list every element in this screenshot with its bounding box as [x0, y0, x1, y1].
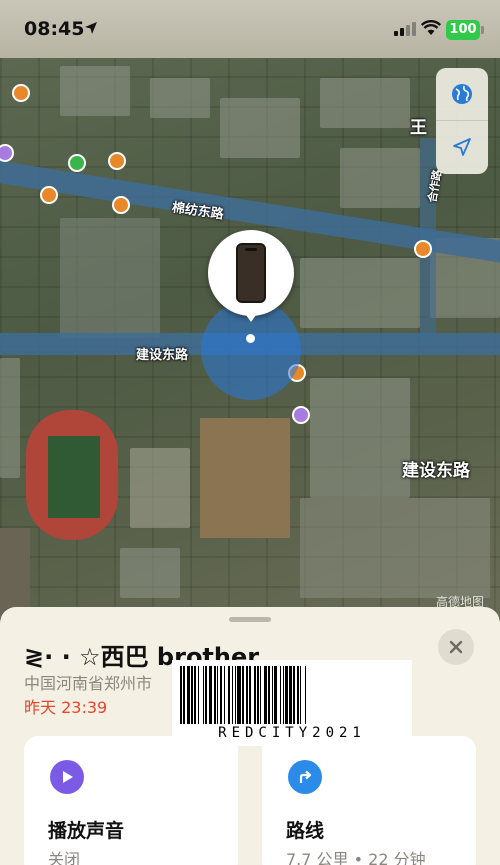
directions-distance: 7.7 公里 • 22 分钟 [286, 850, 426, 865]
map-mode-button[interactable] [436, 68, 488, 120]
current-location-button[interactable] [436, 121, 488, 173]
close-button[interactable] [438, 629, 474, 665]
play-sound-card[interactable]: 播放声音 关闭 [24, 736, 238, 865]
poi-marker[interactable] [0, 144, 14, 162]
map-controls [436, 68, 488, 174]
directions-card[interactable]: 路线 7.7 公里 • 22 分钟 [262, 736, 476, 865]
poi-marker[interactable] [40, 186, 58, 204]
status-time: 08:45 [24, 18, 85, 40]
location-services-icon [85, 22, 97, 34]
road-label: 建设东路 [136, 348, 189, 363]
barcode-overlay: REDCITY2021 [172, 660, 412, 746]
place-label: 王 [410, 118, 427, 138]
poi-marker[interactable] [112, 196, 130, 214]
road-label: 建设东路 [402, 461, 470, 481]
play-sound-status: 关闭 [48, 850, 81, 865]
barcode-bars [180, 666, 404, 724]
cellular-signal-icon [394, 22, 416, 36]
road-hezuo [420, 138, 436, 338]
sheet-grabber[interactable] [229, 617, 271, 622]
poi-marker[interactable] [414, 240, 432, 258]
play-sound-label: 播放声音 [48, 820, 125, 842]
location-dot [246, 334, 255, 343]
route-arrow-icon [288, 760, 322, 794]
device-address: 中国河南省郑州市 [24, 674, 153, 693]
status-bar: 08:45 100 [0, 0, 500, 58]
directions-label: 路线 [286, 820, 325, 842]
wifi-icon [421, 20, 441, 35]
poi-marker[interactable] [292, 406, 310, 424]
battery-indicator: 100 [446, 20, 484, 40]
poi-marker[interactable] [12, 84, 30, 102]
location-arrow-icon [453, 138, 471, 156]
iphone-icon [236, 243, 266, 303]
poi-marker[interactable] [108, 152, 126, 170]
last-seen-time: 昨天 23:39 [24, 698, 108, 717]
poi-marker[interactable] [68, 154, 86, 172]
play-icon [50, 760, 84, 794]
map-view[interactable]: 棉纺东路 建设东路 建设东路 合作路 王 高德地图 [0, 58, 500, 618]
barcode-text: REDCITY2021 [218, 725, 366, 741]
close-icon [449, 640, 463, 654]
globe-icon [452, 84, 472, 104]
